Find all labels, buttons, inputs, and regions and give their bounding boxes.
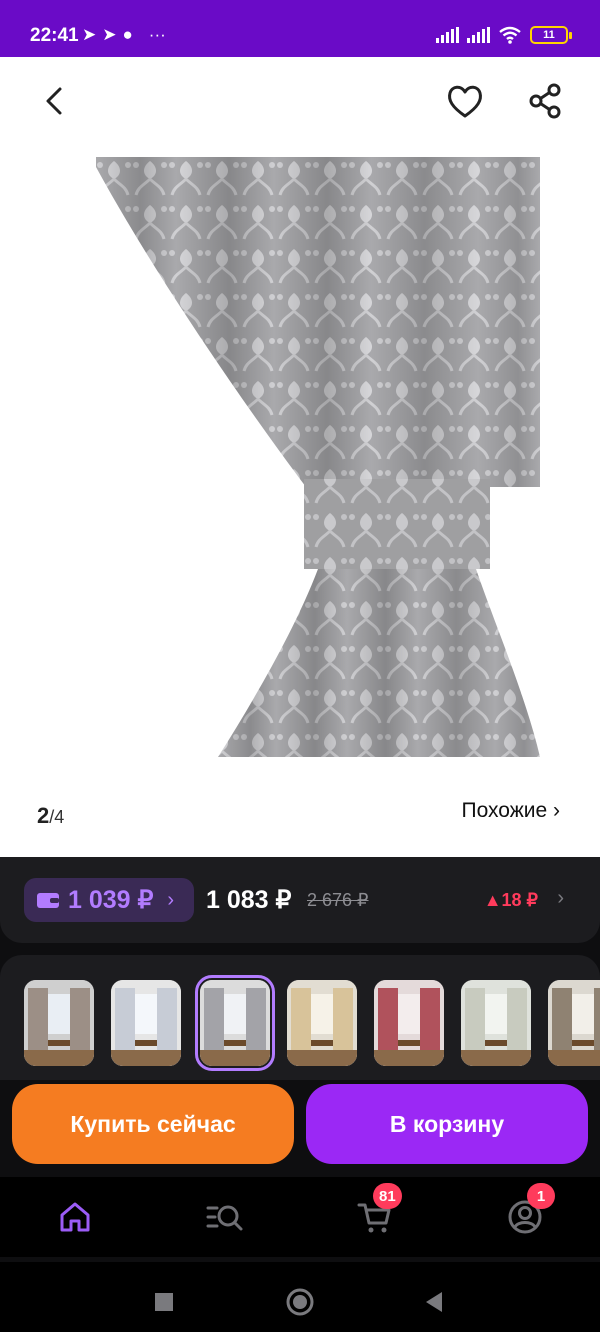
variant-thumb[interactable] [287, 980, 357, 1066]
back-nav-icon[interactable] [424, 1291, 444, 1313]
catalog-search-icon [206, 1205, 243, 1231]
status-time: 22:41 [30, 25, 79, 46]
nav-home[interactable] [55, 1197, 95, 1237]
add-to-cart-button[interactable]: В корзину [306, 1084, 588, 1164]
share-button[interactable] [524, 81, 566, 121]
chevron-left-icon [46, 87, 62, 115]
old-price: 2 676 ₽ [307, 890, 369, 910]
nav-cart[interactable]: 81 [355, 1183, 402, 1237]
signal-icon [467, 27, 490, 43]
chevron-right-icon: › [167, 888, 175, 911]
system-navigation [0, 1262, 600, 1332]
product-image-curtain[interactable] [96, 157, 540, 757]
cart-badge: 81 [373, 1183, 402, 1209]
similar-products-link[interactable]: Похожие › [461, 799, 560, 823]
nav-profile[interactable]: 1 [505, 1183, 555, 1237]
variant-thumb[interactable] [374, 980, 444, 1066]
product-gallery: 2/4 Похожие › [0, 57, 600, 857]
signal-icon [436, 27, 459, 43]
telegram-icon: ➤ [82, 25, 97, 44]
wallet-price: 1 039 ₽ [68, 886, 154, 914]
wifi-icon [499, 26, 521, 44]
pager-total: 4 [54, 807, 65, 827]
variant-thumb[interactable] [111, 980, 181, 1066]
home-icon [60, 1202, 90, 1232]
chevron-right-icon[interactable]: › [557, 887, 564, 910]
status-bar: 22:41 ➤ ➤ ● ··· 11 [0, 0, 600, 57]
telegram-icon: ➤ [102, 25, 117, 44]
buy-now-button[interactable]: Купить сейчас [12, 1084, 294, 1164]
variant-thumb[interactable] [461, 980, 531, 1066]
variant-thumb-selected[interactable] [195, 975, 275, 1071]
share-icon [529, 83, 561, 119]
wallet-price-pill[interactable]: 1 039 ₽ › [24, 878, 194, 922]
variant-selector [0, 955, 600, 1080]
battery-icon: 11 [530, 26, 572, 44]
home-button-icon[interactable] [285, 1287, 315, 1317]
wallet-icon [37, 893, 59, 908]
profile-badge: 1 [527, 1183, 555, 1209]
more-notifications-icon: ··· [148, 25, 166, 44]
variant-thumb[interactable] [24, 980, 94, 1066]
favorite-button[interactable] [444, 81, 486, 121]
bottom-navigation: 81 1 [0, 1177, 600, 1257]
current-price: 1 083 ₽ [206, 886, 292, 914]
gallery-pager: 2/4 [37, 803, 64, 829]
price-change: ▲18 ₽ [483, 890, 538, 910]
pager-current: 2 [37, 803, 50, 828]
price-row[interactable]: 1 039 ₽ › 1 083 ₽ 2 676 ₽ ▲18 ₽ › [0, 857, 600, 943]
purchase-panel: 1 039 ₽ › 1 083 ₽ 2 676 ₽ ▲18 ₽ › Купить… [0, 857, 600, 1332]
nav-catalog-search[interactable] [205, 1197, 245, 1237]
chat-icon: ● [122, 25, 133, 44]
recent-apps-icon[interactable] [154, 1292, 174, 1312]
variant-thumb[interactable] [548, 980, 600, 1066]
back-button[interactable] [36, 81, 76, 121]
heart-icon [448, 85, 482, 118]
